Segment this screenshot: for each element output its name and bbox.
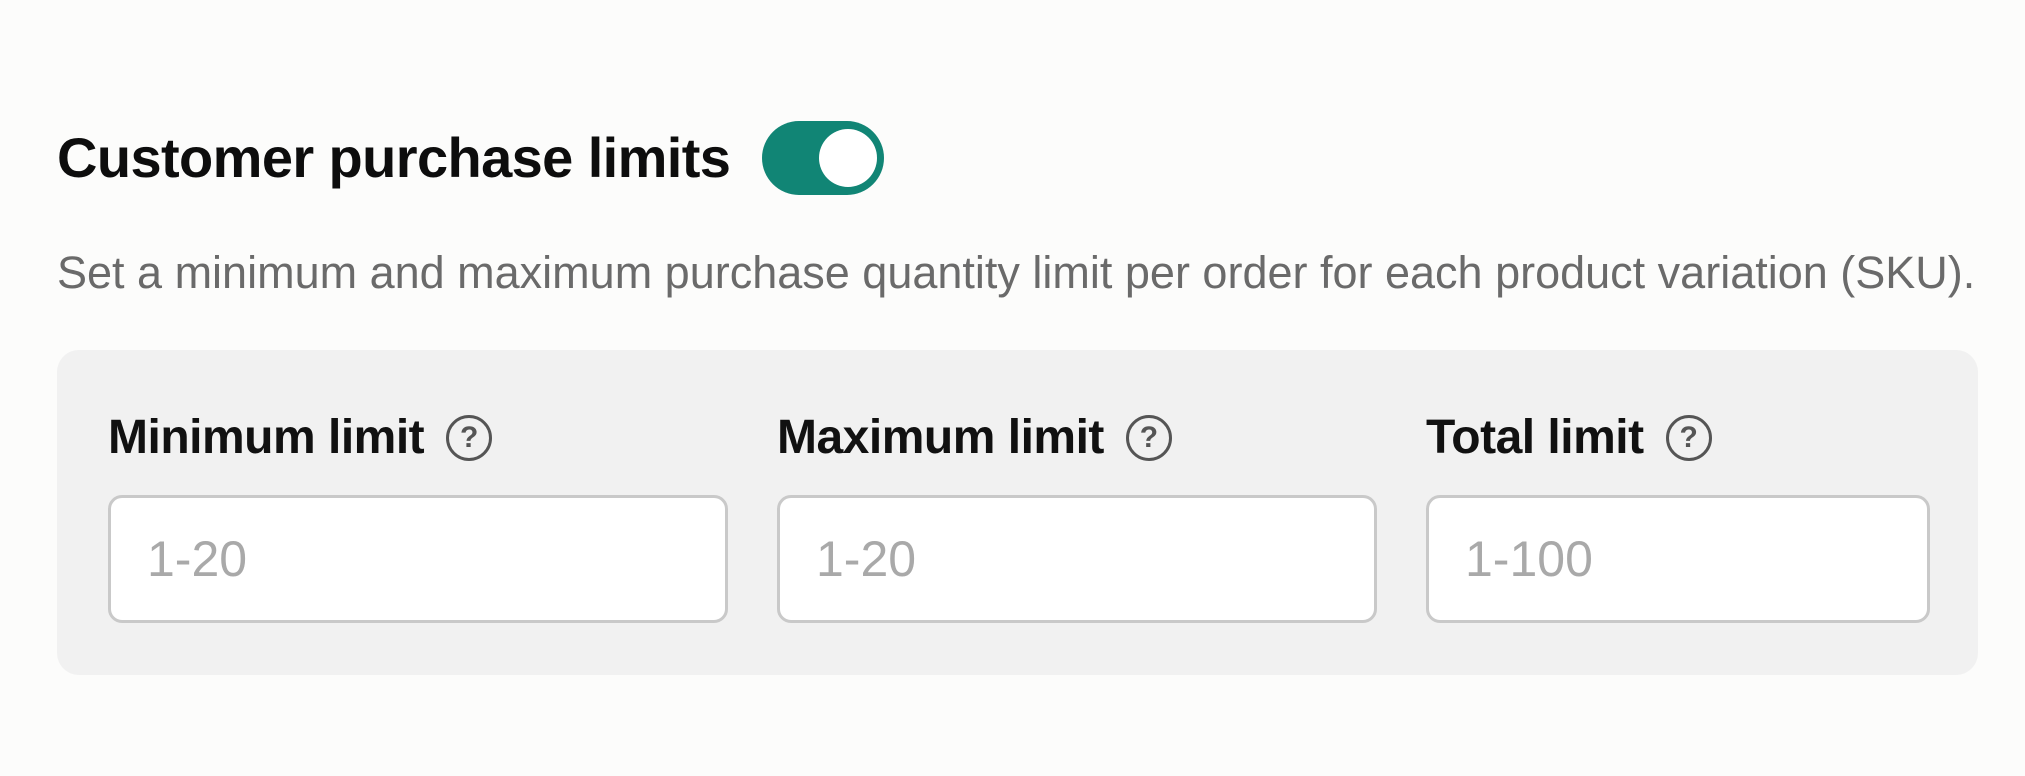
- limits-panel: Minimum limit ? Maximum limit ? Total li…: [57, 350, 1978, 675]
- maximum-limit-input[interactable]: [777, 495, 1377, 623]
- question-circle-icon[interactable]: ?: [446, 414, 493, 461]
- minimum-limit-label-row: Minimum limit ?: [108, 410, 493, 465]
- minimum-limit-label: Minimum limit: [108, 411, 425, 464]
- question-circle-icon[interactable]: ?: [1125, 414, 1172, 461]
- section-description: Set a minimum and maximum purchase quant…: [57, 247, 1976, 298]
- maximum-limit-label-row: Maximum limit ?: [777, 410, 1172, 465]
- total-limit-label-row: Total limit ?: [1426, 410, 1712, 465]
- question-circle-icon[interactable]: ?: [1665, 414, 1712, 461]
- toggle-knob: [819, 129, 878, 187]
- section-header: Customer purchase limits: [57, 118, 885, 198]
- minimum-limit-input[interactable]: [108, 495, 728, 623]
- total-limit-label: Total limit: [1426, 411, 1644, 464]
- maximum-limit-label: Maximum limit: [777, 411, 1104, 464]
- purchase-limits-toggle[interactable]: [762, 121, 885, 195]
- total-limit-input[interactable]: [1426, 495, 1930, 623]
- section-title: Customer purchase limits: [57, 126, 731, 189]
